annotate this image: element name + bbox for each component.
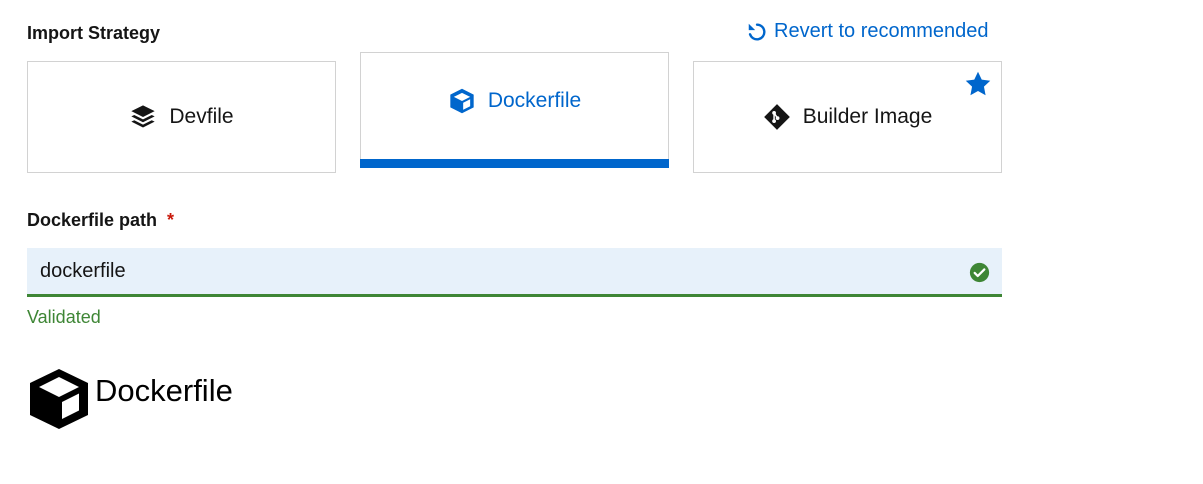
brand-label: Dockerfile: [95, 373, 233, 408]
dockerfile-path-input[interactable]: [27, 248, 947, 294]
field-label-text: Dockerfile path: [27, 210, 158, 230]
selected-indicator: [360, 159, 669, 168]
revert-label: Revert to recommended: [774, 20, 989, 42]
check-circle-icon: [969, 262, 990, 283]
strategy-label: Dockerfile: [487, 88, 582, 112]
cube-icon: [450, 88, 474, 113]
import-strategy-form: Import Strategy Revert to recommended De…: [0, 0, 1203, 484]
strategy-label: Devfile: [169, 105, 234, 128]
undo-icon: [748, 22, 766, 40]
required-marker: *: [167, 210, 175, 230]
revert-to-recommended-link[interactable]: Revert to recommended: [746, 20, 989, 43]
strategy-tile-builder-image[interactable]: Builder Image: [693, 61, 1002, 173]
section-title: Import Strategy: [27, 23, 161, 43]
dockerfile-path-label: Dockerfile path *: [27, 210, 174, 231]
dockerfile-cube-icon: [30, 369, 88, 429]
strategy-tile-devfile[interactable]: Devfile: [27, 61, 336, 173]
dockerfile-path-field: [27, 248, 1002, 297]
layers-icon: [131, 105, 156, 128]
star-icon: [965, 71, 991, 96]
strategy-label: Builder Image: [802, 105, 933, 128]
strategy-tile-dockerfile[interactable]: Dockerfile: [360, 52, 669, 168]
validation-helper-text: Validated: [27, 307, 101, 327]
dockerfile-brand: Dockerfile: [27, 367, 233, 431]
git-icon: [763, 104, 790, 130]
